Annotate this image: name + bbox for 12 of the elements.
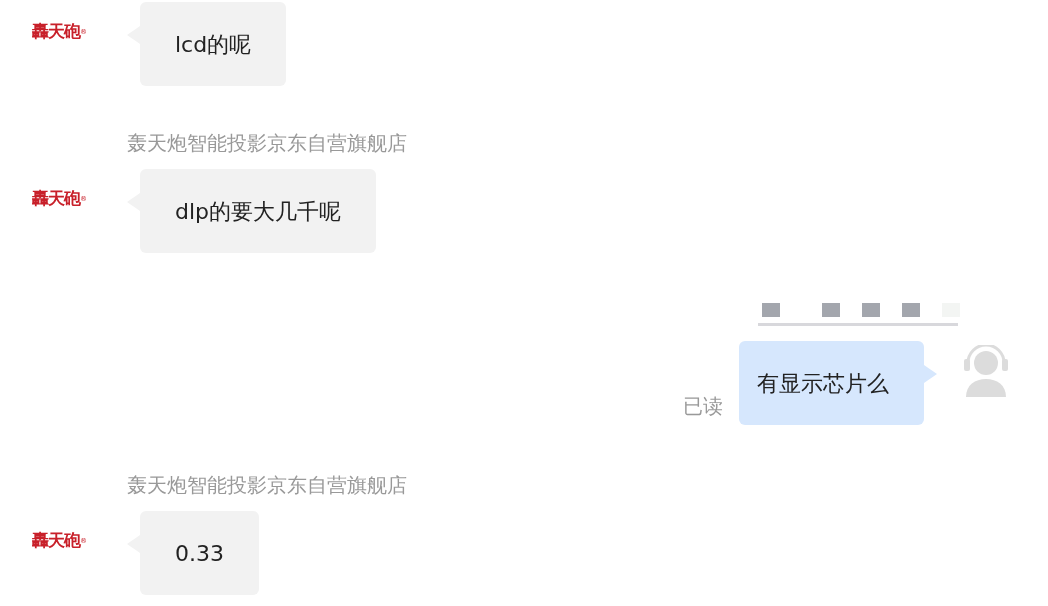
bubble-tail <box>924 365 937 383</box>
message-bubble: 0.33 <box>140 511 259 595</box>
message-bubble: lcd的呢 <box>140 2 287 86</box>
sender-name: 轰天炮智能投影京东自营旗舰店 <box>127 473 407 497</box>
message-bubble: 有显示芯片么 <box>739 341 924 425</box>
shop-logo: 轟天砲$^{®}$ <box>32 23 86 40</box>
shop-logo: 轟天砲$^{®}$ <box>32 190 86 207</box>
avatar-icon <box>962 345 1010 397</box>
shop-logo: 轟天砲$^{®}$ <box>32 532 86 549</box>
read-status: 已读 <box>683 393 723 420</box>
message-bubble: dlp的要大几千呢 <box>140 169 377 253</box>
sender-name: 轰天炮智能投影京东自营旗舰店 <box>127 131 407 155</box>
